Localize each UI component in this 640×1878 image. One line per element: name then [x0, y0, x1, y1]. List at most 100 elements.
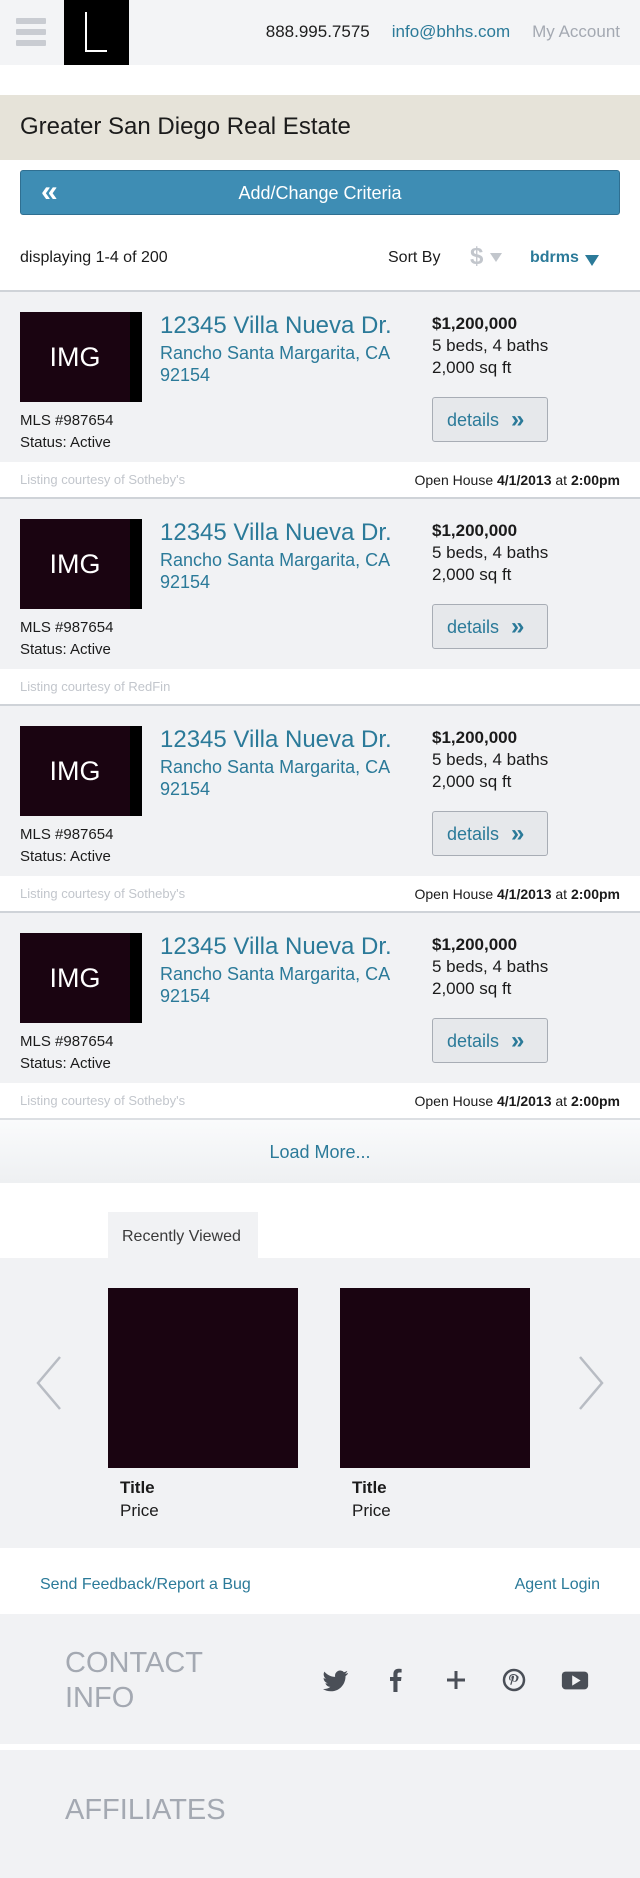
item-title: Title: [120, 1478, 155, 1497]
footer-links: Send Feedback/Report a Bug Agent Login: [0, 1568, 640, 1618]
sort-bdrms-option[interactable]: bdrms: [530, 249, 579, 267]
email-link[interactable]: info@bhhs.com: [392, 22, 510, 42]
pinterest-icon[interactable]: [498, 1664, 530, 1696]
listing-mls: MLS #987654: [20, 619, 114, 636]
listing-price: $1,200,000: [432, 314, 518, 333]
results-bar: displaying 1-4 of 200 Sort By $ bdrms: [0, 243, 640, 273]
item-title: Title: [352, 1478, 387, 1497]
listing-beds-baths: 5 beds, 4 baths: [432, 750, 549, 769]
twitter-icon[interactable]: [320, 1664, 352, 1696]
item-price: Price: [120, 1501, 159, 1520]
listing-beds-baths: 5 beds, 4 baths: [432, 336, 549, 355]
listing-mls: MLS #987654: [20, 1033, 114, 1050]
listing-card: IMG 12345 Villa Nueva Dr. Rancho Santa M…: [0, 911, 640, 1118]
listing-price: $1,200,000: [432, 935, 518, 954]
listing-image[interactable]: IMG: [20, 933, 142, 1023]
listing-address[interactable]: 12345 Villa Nueva Dr.: [160, 933, 392, 961]
results-count: displaying 1-4 of 200: [20, 249, 168, 266]
details-button[interactable]: details »: [432, 1018, 548, 1063]
chevron-right-icon[interactable]: [568, 1353, 608, 1413]
tab-recently-viewed[interactable]: Recently Viewed: [108, 1212, 258, 1258]
page-title: Greater San Diego Real Estate: [20, 113, 351, 140]
listing-status: Status: Active: [20, 1055, 111, 1072]
sort-by-label: Sort By: [388, 249, 441, 266]
listing-zip: 92154: [160, 986, 211, 1006]
affiliates-heading: AFFILIATES: [65, 1794, 226, 1826]
listing-city[interactable]: Rancho Santa Margarita, CA 92154: [160, 549, 400, 593]
listing-mls: MLS #987654: [20, 412, 114, 429]
listing-city[interactable]: Rancho Santa Margarita, CA 92154: [160, 342, 400, 386]
listing-address[interactable]: 12345 Villa Nueva Dr.: [160, 726, 392, 754]
listing-image[interactable]: IMG: [20, 312, 142, 402]
recently-viewed-label: Recently Viewed: [122, 1228, 241, 1245]
image-placeholder-label: IMG: [49, 549, 101, 579]
double-chevron-right-icon: »: [511, 613, 525, 640]
listing-city-state: Rancho Santa Margarita, CA: [160, 757, 391, 777]
plus-icon[interactable]: [440, 1664, 472, 1696]
facebook-icon[interactable]: [380, 1664, 412, 1696]
region-bar: Greater San Diego Real Estate: [0, 95, 640, 160]
listing-status: Status: Active: [20, 848, 111, 865]
details-label: details: [447, 410, 500, 430]
listing-status: Status: Active: [20, 434, 111, 451]
listing-sqft: 2,000 sq ft: [432, 772, 512, 791]
recently-viewed-item[interactable]: Title Price: [108, 1288, 298, 1521]
listing-card: IMG 12345 Villa Nueva Dr. Rancho Santa M…: [0, 704, 640, 911]
details-button[interactable]: details »: [432, 811, 548, 856]
image-placeholder-label: IMG: [49, 756, 101, 786]
property-image[interactable]: [108, 1288, 298, 1468]
contact-info-section: CONTACT INFO: [0, 1614, 640, 1744]
recently-viewed-item[interactable]: Title Price: [340, 1288, 530, 1521]
listing-list: IMG 12345 Villa Nueva Dr. Rancho Santa M…: [0, 290, 640, 1118]
sort-price-option[interactable]: $: [470, 243, 483, 271]
add-change-criteria-button[interactable]: « Add/Change Criteria: [20, 170, 620, 215]
youtube-icon[interactable]: [560, 1664, 590, 1696]
chevron-left-icon[interactable]: [32, 1353, 72, 1413]
contact-info-heading: CONTACT INFO: [65, 1647, 203, 1714]
caret-down-icon: [490, 253, 502, 262]
load-more-button[interactable]: Load More...: [0, 1118, 640, 1183]
brand-logo[interactable]: [64, 0, 129, 65]
agent-login-link[interactable]: Agent Login: [515, 1576, 600, 1594]
double-chevron-right-icon: »: [511, 1027, 525, 1054]
criteria-button-label: Add/Change Criteria: [238, 183, 402, 203]
send-feedback-link[interactable]: Send Feedback/Report a Bug: [40, 1576, 251, 1594]
open-house-info: Open House 4/1/2013 at 2:00pm: [414, 886, 621, 902]
open-house-info: Open House 4/1/2013 at 2:00pm: [414, 472, 621, 488]
listing-status: Status: Active: [20, 641, 111, 658]
details-label: details: [447, 617, 500, 637]
listing-address[interactable]: 12345 Villa Nueva Dr.: [160, 312, 392, 340]
listing-courtesy: Listing courtesy of Sotheby's: [20, 886, 186, 901]
menu-icon[interactable]: [16, 18, 46, 48]
listing-sqft: 2,000 sq ft: [432, 979, 512, 998]
listing-price: $1,200,000: [432, 728, 518, 747]
open-house-info: Open House 4/1/2013 at 2:00pm: [414, 1093, 621, 1109]
listing-courtesy: Listing courtesy of Sotheby's: [20, 472, 186, 487]
site-header: 888.995.7575 info@bhhs.com My Account: [0, 0, 640, 65]
listing-price: $1,200,000: [432, 521, 518, 540]
listing-city[interactable]: Rancho Santa Margarita, CA 92154: [160, 756, 400, 800]
listing-zip: 92154: [160, 572, 211, 592]
listing-zip: 92154: [160, 779, 211, 799]
details-button[interactable]: details »: [432, 397, 548, 442]
listing-image[interactable]: IMG: [20, 726, 142, 816]
listing-courtesy: Listing courtesy of RedFin: [20, 679, 171, 694]
image-placeholder-label: IMG: [49, 963, 101, 993]
listing-sqft: 2,000 sq ft: [432, 358, 512, 377]
listing-address[interactable]: 12345 Villa Nueva Dr.: [160, 519, 392, 547]
image-placeholder-label: IMG: [49, 342, 101, 372]
details-label: details: [447, 824, 500, 844]
phone-number[interactable]: 888.995.7575: [266, 22, 370, 42]
listing-sqft: 2,000 sq ft: [432, 565, 512, 584]
listing-city-state: Rancho Santa Margarita, CA: [160, 550, 391, 570]
double-chevron-right-icon: »: [511, 406, 525, 433]
listing-courtesy: Listing courtesy of Sotheby's: [20, 1093, 186, 1108]
property-image[interactable]: [340, 1288, 530, 1468]
listing-card: IMG 12345 Villa Nueva Dr. Rancho Santa M…: [0, 290, 640, 497]
my-account-link[interactable]: My Account: [532, 22, 620, 42]
listing-beds-baths: 5 beds, 4 baths: [432, 543, 549, 562]
details-button[interactable]: details »: [432, 604, 548, 649]
listing-city[interactable]: Rancho Santa Margarita, CA 92154: [160, 963, 400, 1007]
recently-viewed-carousel: Title Price Title Price: [0, 1258, 640, 1548]
listing-image[interactable]: IMG: [20, 519, 142, 609]
